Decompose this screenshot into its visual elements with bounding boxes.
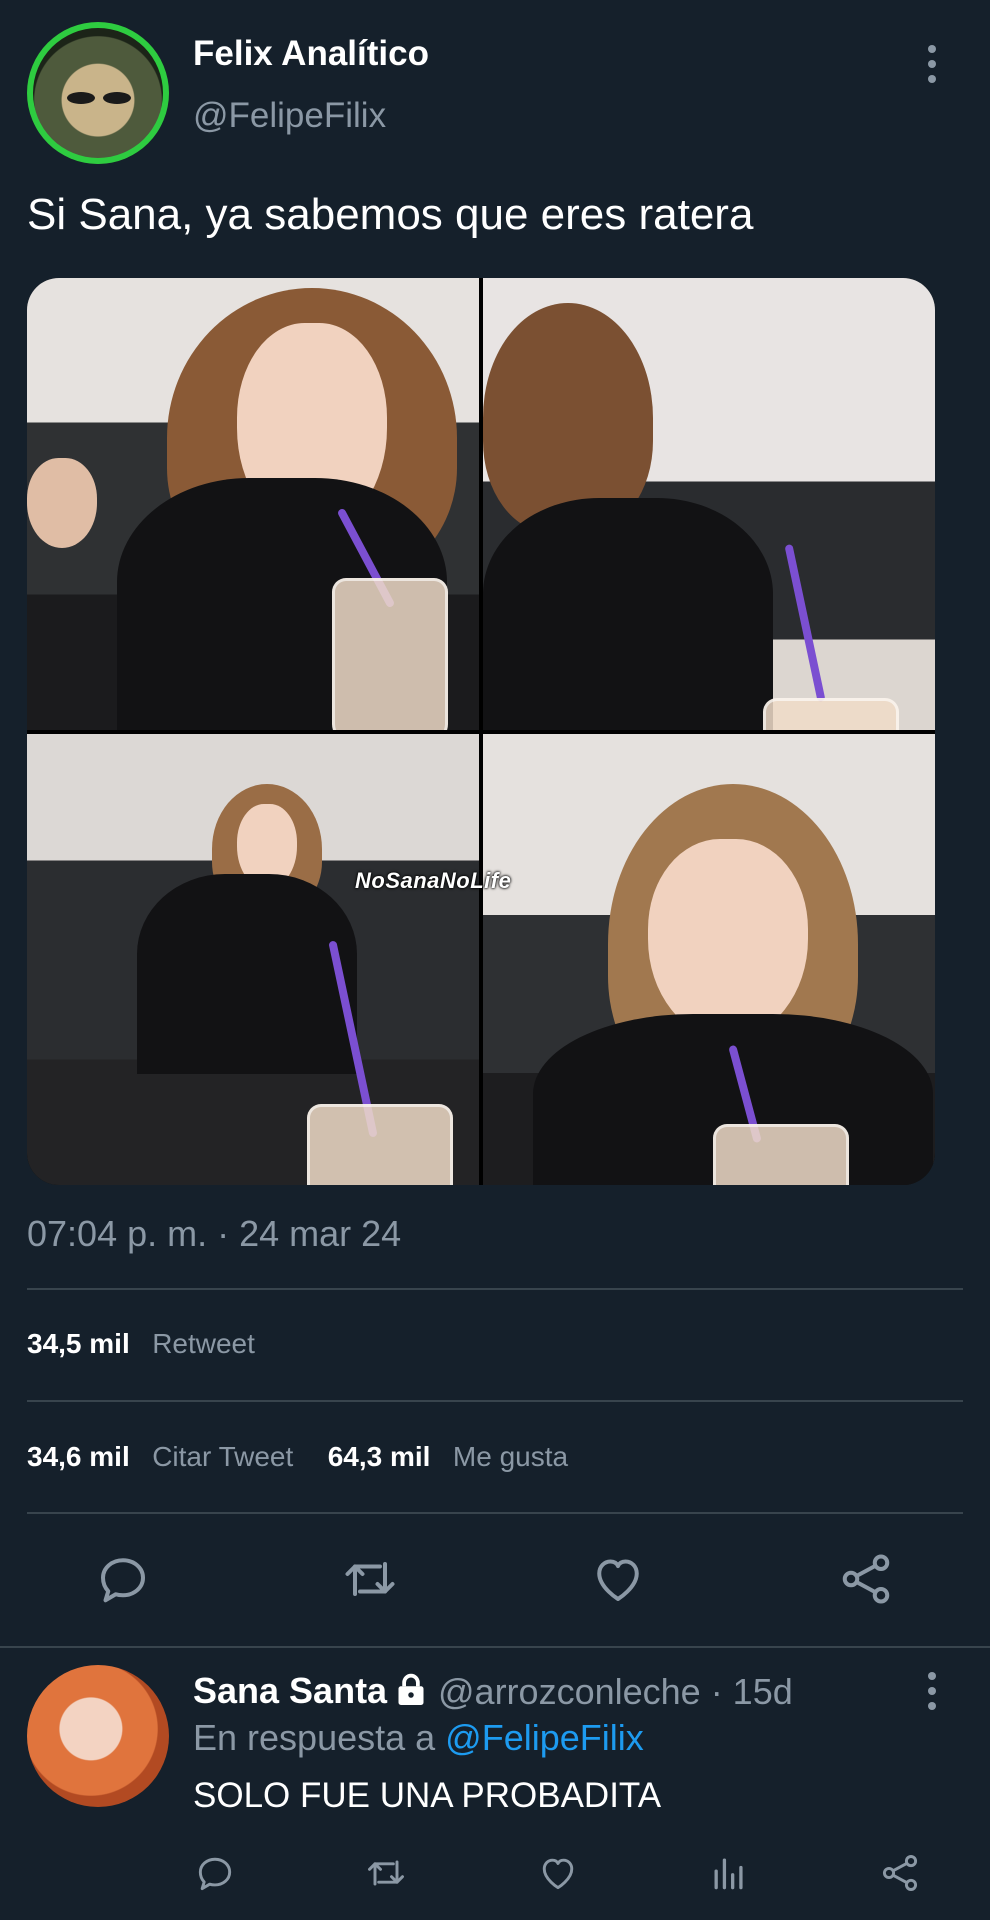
quote-count: 34,6 mil (27, 1441, 130, 1472)
divider (27, 1512, 963, 1514)
retweet-label: Retweet (152, 1328, 255, 1359)
author-avatar[interactable] (27, 22, 169, 164)
media-watermark: NoSanaNoLife (355, 868, 512, 893)
like-icon[interactable] (588, 1549, 648, 1609)
share-icon[interactable] (878, 1851, 922, 1895)
retweet-icon[interactable] (340, 1549, 400, 1609)
share-icon[interactable] (836, 1549, 896, 1609)
reply-author-name[interactable]: Sana Santa (193, 1670, 387, 1712)
more-options-icon[interactable] (920, 45, 944, 89)
author-name[interactable]: Felix Analítico (193, 34, 429, 74)
engagement-stats: 34,6 mil Citar Tweet 64,3 mil Me gusta (27, 1441, 568, 1473)
like-label: Me gusta (452, 1441, 569, 1472)
retweet-stats[interactable]: 34,5 mil Retweet (27, 1328, 255, 1360)
divider (27, 1400, 963, 1402)
reply-context: En respuesta a @FelipeFilix (193, 1717, 644, 1759)
reply-meta: @arrozconleche · 15d (438, 1671, 793, 1713)
media-photo-4 (483, 734, 935, 1185)
reply-icon[interactable] (93, 1549, 153, 1609)
retweet-count: 34,5 mil (27, 1328, 130, 1359)
tweet-timestamp[interactable]: 07:04 p. m. · 24 mar 24 (27, 1213, 401, 1255)
tweet-media[interactable] (27, 278, 935, 1185)
quote-stats[interactable]: 34,6 mil Citar Tweet (27, 1441, 298, 1472)
lock-icon (396, 1673, 426, 1707)
reply-author-avatar[interactable] (27, 1665, 169, 1807)
avatar-eye (103, 92, 131, 104)
media-photo-1 (27, 278, 479, 730)
reply-text: SOLO FUE UNA PROBADITA (193, 1776, 662, 1815)
reply-time[interactable]: · 15d (711, 1671, 793, 1712)
author-handle[interactable]: @FelipeFilix (193, 96, 386, 136)
retweet-icon[interactable] (364, 1851, 408, 1895)
more-options-icon[interactable] (920, 1672, 944, 1716)
divider (27, 1288, 963, 1290)
quote-label: Citar Tweet (152, 1441, 294, 1472)
like-stats[interactable]: 64,3 mil Me gusta (328, 1441, 568, 1472)
reply-author-handle[interactable]: @arrozconleche (438, 1671, 701, 1712)
avatar-eye (67, 92, 95, 104)
divider (0, 1646, 990, 1648)
reply-prefix: En respuesta a (193, 1717, 436, 1758)
like-count: 64,3 mil (327, 1441, 431, 1472)
analytics-icon[interactable] (707, 1851, 751, 1895)
reply-icon[interactable] (193, 1851, 237, 1895)
like-icon[interactable] (536, 1851, 580, 1895)
media-photo-3 (27, 734, 479, 1185)
reply-mention-link[interactable]: @FelipeFilix (445, 1717, 644, 1758)
media-photo-2 (483, 278, 935, 730)
tweet-text: Si Sana, ya sabemos que eres ratera (27, 190, 754, 239)
